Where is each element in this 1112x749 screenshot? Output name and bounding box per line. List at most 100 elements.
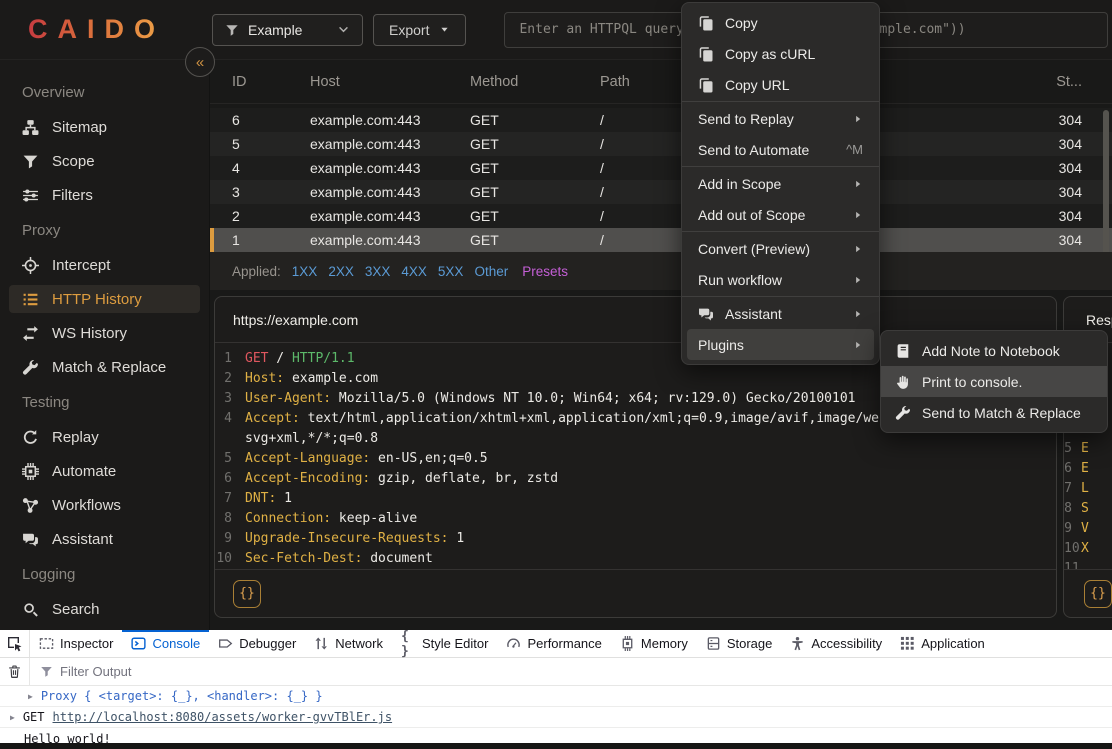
cell-id: 3: [232, 184, 310, 200]
column-header-method: Method: [470, 74, 600, 90]
sidebar-item-scope[interactable]: Scope: [0, 144, 209, 178]
filter-output-input[interactable]: Filter Output: [60, 664, 132, 679]
sidebar-item-ws-history[interactable]: WS History: [0, 316, 209, 350]
devtools-tab-performance[interactable]: Performance: [497, 630, 610, 657]
context-menu-item-add-in-scope[interactable]: Add in Scope: [687, 168, 874, 199]
status-filter-2xx[interactable]: 2XX: [328, 264, 354, 279]
menu-item-shortcut: ^M: [846, 142, 863, 157]
context-menu-item-assistant[interactable]: Assistant: [687, 298, 874, 329]
sidebar-item-assistant[interactable]: Assistant: [0, 522, 209, 556]
submenu-item-label: Send to Match & Replace: [922, 405, 1081, 421]
cell-method: GET: [470, 160, 600, 176]
submenu-item-send-to-match-replace[interactable]: Send to Match & Replace: [881, 397, 1107, 428]
context-menu-item-copy-url[interactable]: Copy URL: [687, 69, 874, 100]
devtools-tab-storage[interactable]: Storage: [697, 630, 782, 657]
devtools-tab-network[interactable]: Network: [305, 630, 392, 657]
expand-triangle-icon[interactable]: ▶: [28, 692, 33, 701]
table-body: 6example.com:443GET/3045example.com:443G…: [210, 108, 1112, 252]
sidebar-item-label: Automate: [52, 463, 116, 480]
header-name: Connection:: [245, 511, 331, 526]
submenu-item-label: Add Note to Notebook: [922, 343, 1060, 359]
sidebar-item-replay[interactable]: Replay: [0, 420, 209, 454]
line-number: 6: [1064, 459, 1081, 479]
header-value: en-US,en;q=0.5: [370, 451, 487, 466]
table-scrollbar[interactable]: [1103, 110, 1109, 255]
devtools-tab-label: Application: [921, 636, 985, 651]
prettify-button[interactable]: {}: [233, 580, 261, 608]
context-menu-item-copy[interactable]: Copy: [687, 7, 874, 38]
table-row[interactable]: 4example.com:443GET/304: [210, 156, 1112, 180]
context-menu-item-convert-preview[interactable]: Convert (Preview): [687, 233, 874, 264]
memory-icon: [620, 636, 635, 651]
devtools-tab-application[interactable]: Application: [891, 630, 994, 657]
response-prettify-button[interactable]: {}: [1084, 580, 1112, 608]
table-row[interactable]: 1example.com:443GET/304: [210, 228, 1112, 252]
table-row[interactable]: 6example.com:443GET/304: [210, 108, 1112, 132]
devtools-tab-memory[interactable]: Memory: [611, 630, 697, 657]
menu-divider: [682, 101, 879, 102]
line-number: 8: [1064, 499, 1081, 519]
pick-element-button[interactable]: [0, 630, 30, 657]
expand-triangle-icon[interactable]: ▶: [10, 713, 15, 722]
sidebar-item-intercept[interactable]: Intercept: [0, 248, 209, 282]
table-row[interactable]: 3example.com:443GET/304: [210, 180, 1112, 204]
devtools-tab-label: Style Editor: [422, 636, 488, 651]
submenu-arrow-icon: [853, 179, 863, 189]
status-filter-4xx[interactable]: 4XX: [401, 264, 427, 279]
response-line: 6E: [1064, 459, 1112, 479]
table-row[interactable]: 5example.com:443GET/304: [210, 132, 1112, 156]
sidebar-item-http-history[interactable]: HTTP History: [9, 285, 200, 313]
context-menu-item-copy-as-curl[interactable]: Copy as cURL: [687, 38, 874, 69]
copy-icon: [698, 15, 714, 31]
line-number: 9: [215, 529, 245, 549]
submenu-item-add-note-to-notebook[interactable]: Add Note to Notebook: [881, 335, 1107, 366]
devtools-tab-accessibility[interactable]: Accessibility: [781, 630, 891, 657]
menu-item-label: Send to Replay: [698, 111, 842, 127]
submenu-item-print-to-console[interactable]: Print to console.: [881, 366, 1107, 397]
export-button[interactable]: Export: [373, 14, 466, 46]
project-selector-label: Example: [248, 22, 302, 38]
sidebar-item-search[interactable]: Search: [0, 592, 209, 626]
context-menu-item-add-out-of-scope[interactable]: Add out of Scope: [687, 199, 874, 230]
line-number: 4: [215, 409, 245, 429]
network-url-link[interactable]: http://localhost:8080/assets/worker-gvvT…: [53, 710, 393, 724]
context-menu-item-send-to-replay[interactable]: Send to Replay: [687, 103, 874, 134]
context-menu-item-send-to-automate[interactable]: Send to Automate^M: [687, 134, 874, 165]
sidebar-item-match-replace[interactable]: Match & Replace: [0, 350, 209, 384]
devtools-tab-console[interactable]: Console: [122, 630, 209, 657]
status-filter-1xx[interactable]: 1XX: [292, 264, 318, 279]
status-filter-3xx[interactable]: 3XX: [365, 264, 391, 279]
replay-icon: [22, 429, 39, 446]
header-name: S: [1081, 499, 1089, 519]
submenu-arrow-icon: [853, 114, 863, 124]
sidebar-item-sitemap[interactable]: Sitemap: [0, 110, 209, 144]
context-menu-item-run-workflow[interactable]: Run workflow: [687, 264, 874, 295]
header-name: V: [1081, 519, 1089, 539]
cell-id: 2: [232, 208, 310, 224]
devtools-tabbar: InspectorConsoleDebuggerNetwork{ }Style …: [0, 630, 1112, 658]
cell-host: example.com:443: [310, 208, 470, 224]
cell-status: 304: [1020, 112, 1082, 128]
status-filter-5xx[interactable]: 5XX: [438, 264, 464, 279]
clear-console-button[interactable]: [0, 658, 30, 685]
devtools-tab-inspector[interactable]: Inspector: [30, 630, 122, 657]
devtools-tab-label: Accessibility: [811, 636, 882, 651]
header-name: Upgrade-Insecure-Requests:: [245, 531, 449, 546]
sidebar-item-filters[interactable]: Filters: [0, 178, 209, 212]
devtools-tab-style-editor[interactable]: { }Style Editor: [392, 630, 497, 657]
table-header: IDHostMethodPathSt...: [210, 60, 1112, 104]
status-filter-other[interactable]: Other: [474, 264, 508, 279]
sidebar-item-workflows[interactable]: Workflows: [0, 488, 209, 522]
sidebar-collapse-button[interactable]: «: [185, 47, 215, 77]
collapse-chevrons-icon: «: [196, 54, 204, 71]
sidebar-item-automate[interactable]: Automate: [0, 454, 209, 488]
response-title: Response: [1086, 312, 1112, 328]
sitemap-icon: [22, 119, 39, 136]
project-selector[interactable]: Example: [212, 14, 363, 46]
presets-link[interactable]: Presets: [522, 264, 568, 279]
table-row[interactable]: 2example.com:443GET/304: [210, 204, 1112, 228]
devtools-tab-debugger[interactable]: Debugger: [209, 630, 305, 657]
header-name: User-Agent:: [245, 391, 331, 406]
response-line: 7L: [1064, 479, 1112, 499]
context-menu-item-plugins[interactable]: Plugins: [687, 329, 874, 360]
